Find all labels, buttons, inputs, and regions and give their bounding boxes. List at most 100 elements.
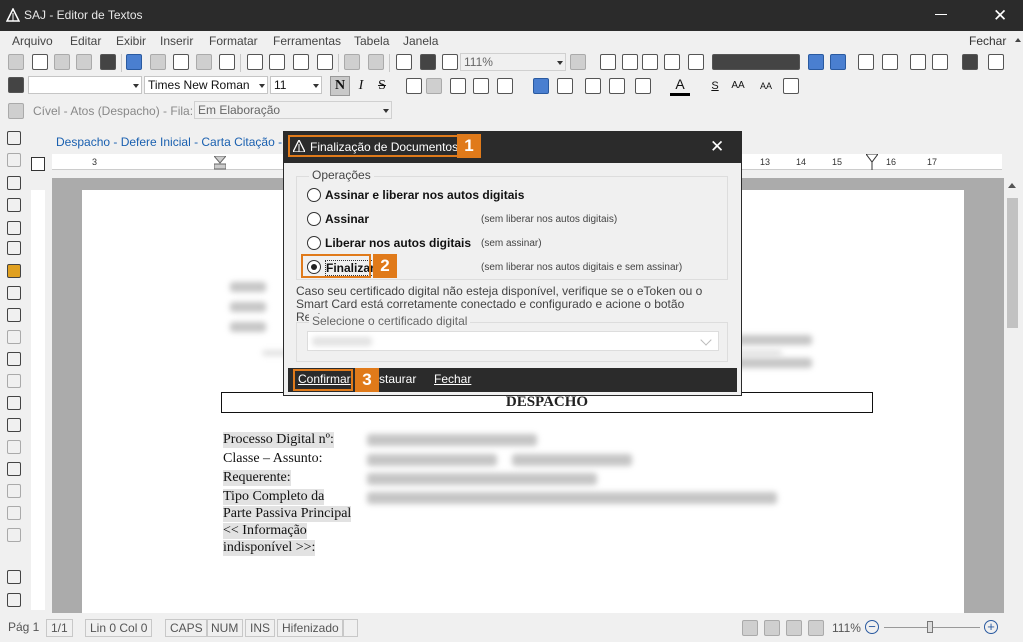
view-normal-icon[interactable] bbox=[742, 620, 758, 636]
red-down-icon[interactable] bbox=[932, 54, 948, 70]
signature-icon[interactable] bbox=[8, 103, 24, 119]
tool-excel-icon[interactable] bbox=[7, 286, 21, 300]
tool-search2-icon[interactable] bbox=[7, 374, 21, 388]
tool-note-icon[interactable] bbox=[7, 221, 21, 235]
search-icon[interactable] bbox=[173, 54, 189, 70]
menu-inserir[interactable]: Inserir bbox=[160, 34, 193, 48]
redo-icon[interactable] bbox=[368, 54, 384, 70]
fila-combo[interactable]: Em Elaboração bbox=[194, 101, 392, 119]
menu-formatar[interactable]: Formatar bbox=[209, 34, 258, 48]
zoom-in-icon[interactable]: + bbox=[984, 620, 998, 634]
tool-clear-icon[interactable] bbox=[7, 593, 21, 607]
align-center-icon[interactable] bbox=[426, 78, 442, 94]
tool-person-icon[interactable] bbox=[7, 308, 21, 322]
format-painter-icon[interactable] bbox=[317, 54, 333, 70]
style-combo[interactable] bbox=[28, 76, 142, 94]
undo-icon[interactable] bbox=[344, 54, 360, 70]
merge-icon[interactable] bbox=[830, 54, 846, 70]
box-icon[interactable] bbox=[688, 54, 704, 70]
plus-grid-icon[interactable] bbox=[664, 54, 680, 70]
size-combo[interactable]: 11 bbox=[270, 76, 322, 94]
change-case-icon[interactable] bbox=[783, 78, 799, 94]
menu-janela[interactable]: Janela bbox=[403, 34, 438, 48]
menu-ferramentas[interactable]: Ferramentas bbox=[273, 34, 341, 48]
zoom-search-icon[interactable] bbox=[570, 54, 586, 70]
numbering-icon[interactable] bbox=[557, 78, 573, 94]
indent-marker-icon[interactable] bbox=[214, 156, 226, 170]
copy-icon[interactable] bbox=[269, 54, 285, 70]
tool-search-icon[interactable] bbox=[7, 131, 21, 145]
view-print-icon[interactable] bbox=[786, 620, 802, 636]
view-web-icon[interactable] bbox=[764, 620, 780, 636]
abc-check-icon[interactable] bbox=[219, 54, 235, 70]
save-icon[interactable] bbox=[100, 54, 116, 70]
new-icon[interactable] bbox=[32, 54, 48, 70]
restore-button[interactable]: staurar bbox=[379, 371, 416, 389]
align-left-icon[interactable] bbox=[406, 78, 422, 94]
print-icon[interactable] bbox=[126, 54, 142, 70]
collapse-ribbon-icon[interactable] bbox=[1015, 38, 1021, 42]
green-down-icon[interactable] bbox=[882, 54, 898, 70]
close-icon[interactable]: ✕ bbox=[993, 7, 1007, 24]
dialog-close-icon[interactable]: ✕ bbox=[710, 138, 724, 155]
more-layout-icon[interactable] bbox=[988, 54, 1004, 70]
right-indent-marker-icon[interactable] bbox=[866, 154, 878, 170]
tool-tree-icon[interactable] bbox=[7, 352, 21, 366]
table-tools-icon[interactable] bbox=[712, 54, 800, 70]
table-icon[interactable] bbox=[396, 54, 412, 70]
lock-icon[interactable] bbox=[7, 462, 21, 476]
view-outline-icon[interactable] bbox=[808, 620, 824, 636]
scroll-thumb[interactable] bbox=[1007, 198, 1018, 328]
print-layout-icon[interactable] bbox=[962, 54, 978, 70]
grow-font-button[interactable]: AA bbox=[728, 76, 748, 96]
tool-calendar-icon[interactable] bbox=[7, 396, 21, 410]
tool-paint-icon[interactable] bbox=[7, 570, 21, 584]
pilcrow-icon[interactable] bbox=[442, 54, 458, 70]
mail-icon[interactable] bbox=[196, 54, 212, 70]
highlight-icon[interactable] bbox=[635, 78, 651, 94]
menu-tabela[interactable]: Tabela bbox=[354, 34, 389, 48]
tool-stamp-icon[interactable] bbox=[7, 153, 21, 167]
insert-table-icon[interactable] bbox=[622, 54, 638, 70]
close-button[interactable]: Fechar bbox=[434, 371, 471, 389]
print-preview-icon[interactable] bbox=[150, 54, 166, 70]
outdent-icon[interactable] bbox=[585, 78, 601, 94]
paste-icon[interactable] bbox=[293, 54, 309, 70]
red-left-icon[interactable] bbox=[910, 54, 926, 70]
toggle-icon[interactable] bbox=[420, 54, 436, 70]
radio-icon[interactable] bbox=[307, 212, 321, 226]
fechar-link[interactable]: Fechar bbox=[969, 34, 1006, 48]
save-as-icon[interactable] bbox=[76, 54, 92, 70]
split-icon[interactable] bbox=[808, 54, 824, 70]
indent-icon[interactable] bbox=[609, 78, 625, 94]
zoom-out-icon[interactable]: − bbox=[865, 620, 879, 634]
tool-list-icon[interactable] bbox=[7, 241, 21, 255]
style-icon[interactable] bbox=[8, 77, 24, 93]
spellcheck-icon[interactable] bbox=[8, 54, 24, 70]
minimize-icon[interactable] bbox=[935, 14, 947, 15]
tool-gray3-icon[interactable] bbox=[7, 528, 21, 542]
certificate-select[interactable] bbox=[307, 331, 719, 351]
tab-despacho[interactable]: Despacho - Defere Inicial - Carta Citaçã… bbox=[56, 135, 296, 149]
menu-editar[interactable]: Editar bbox=[70, 34, 101, 48]
bold-button[interactable]: N bbox=[330, 76, 350, 96]
radio-icon[interactable] bbox=[307, 236, 321, 250]
cut-icon[interactable] bbox=[247, 54, 263, 70]
font-color-button[interactable]: A bbox=[670, 76, 690, 96]
zoom-slider-thumb[interactable] bbox=[927, 621, 933, 633]
scroll-up-icon[interactable] bbox=[1008, 183, 1016, 188]
line-spacing-icon[interactable] bbox=[497, 78, 513, 94]
tab-stop-selector[interactable] bbox=[31, 157, 45, 171]
tool-share-icon[interactable] bbox=[7, 548, 21, 562]
chevron-down-icon[interactable] bbox=[700, 334, 712, 346]
zoom-combo[interactable]: 111% bbox=[460, 53, 566, 71]
tool-folder-icon[interactable] bbox=[7, 264, 21, 278]
tool-window-icon[interactable] bbox=[7, 176, 21, 190]
radio-icon[interactable] bbox=[307, 188, 321, 202]
menu-exibir[interactable]: Exibir bbox=[116, 34, 146, 48]
tool-m-icon[interactable] bbox=[7, 418, 21, 432]
tool-gray2-icon[interactable] bbox=[7, 506, 21, 520]
underline-button[interactable]: S bbox=[705, 76, 725, 96]
tool-barcode-icon[interactable] bbox=[7, 330, 21, 344]
align-right-icon[interactable] bbox=[450, 78, 466, 94]
